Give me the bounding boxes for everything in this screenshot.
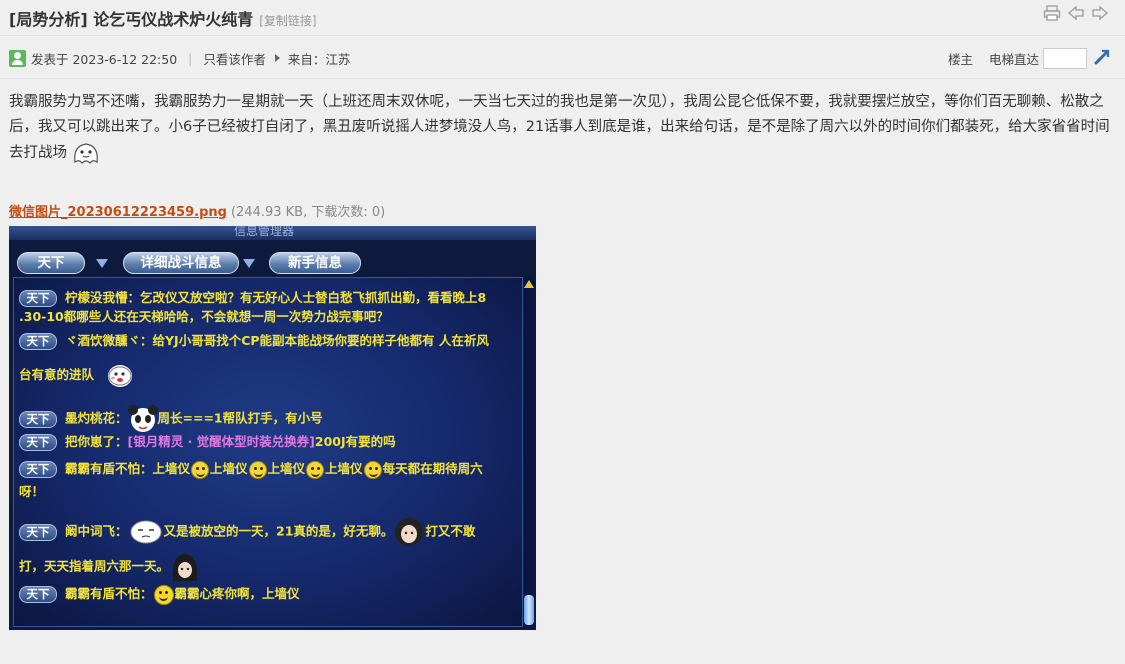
chat-text: 200J有要的吗 [314, 434, 396, 449]
sleepy-ghost-emoji-icon [128, 518, 164, 546]
attached-game-screenshot[interactable]: 信息管理器 天下 详细战斗信息 新手信息 天下 柠檬没我懵：乞改仪又放空啦？有无好… [9, 226, 536, 630]
chat-text: 把你崽了： [65, 434, 128, 449]
prev-thread-icon[interactable] [1067, 5, 1085, 21]
separator: | [188, 50, 193, 66]
chat-line: 呀！ [19, 481, 44, 500]
scroll-thumb [524, 595, 534, 625]
chat-text: 墨灼桃花： [65, 410, 128, 426]
smiley-icon [153, 584, 174, 605]
game-scrollbar [524, 277, 534, 627]
chat-text: 上墙仪 [267, 461, 306, 476]
chat-line: 天下 ヾ酒饮微醺ヾ：给YJ小哥哥找个CP能副本能战场你要的样子他都有 人在祈风 [19, 330, 489, 350]
thread-title: [局势分析] 论乞丐仪战术炉火纯青 [9, 10, 254, 29]
chat-text: 打又不敢 [425, 523, 476, 539]
chat-text: 柠檬没我懵：乞改仪又放空啦？有无好心人士替白愁飞抓抓出勤，看看晚上8 [65, 290, 487, 305]
chat-line: 台有意的进队 [19, 364, 133, 387]
attachment-link[interactable]: 微信图片_20230612223459.png [9, 205, 227, 220]
chat-text: 又是被放空的一天，21真的是，好无聊。 [163, 523, 394, 539]
jump-go-icon[interactable] [1087, 48, 1111, 69]
panda-emoji-icon [127, 404, 158, 434]
jump-label: 电梯直达 [988, 51, 1039, 67]
chat-text: 呀！ [19, 484, 45, 499]
floor-jump-input[interactable] [1043, 47, 1087, 69]
post-time: 发表于 2023-6-12 22:50 [31, 51, 178, 67]
crying-face-emoji-icon [108, 364, 133, 387]
channel-badge: 天下 [19, 523, 57, 541]
chat-text: .30-10都哪些人还在天梯哈哈，不会就想一周一次势力战完事吧？ [19, 309, 389, 324]
next-thread-icon[interactable] [1091, 5, 1109, 21]
channel-badge: 天下 [19, 434, 57, 451]
print-icon[interactable] [1043, 5, 1061, 21]
chat-line: 天下 霸霸有盾不怕： 霸霸心疼你啊，上墙仪 [19, 583, 300, 605]
chat-line: 天下 柠檬没我懵：乞改仪又放空啦？有无好心人士替白愁飞抓抓出勤，看看晚上8 [19, 287, 486, 307]
chat-text: 上墙仪 [325, 461, 363, 476]
scroll-up-icon [524, 280, 534, 288]
smiley-icon [363, 460, 382, 479]
post-content: 我霸服势力骂不还嘴，我霸服势力一星期就一天（上班还周末双休呢，一天当七天过的我也… [9, 90, 1113, 166]
dropdown-arrow-icon [243, 259, 255, 268]
author-only-link[interactable]: 只看该作者 [203, 49, 266, 68]
chat-line: 天下 阚中词飞： 又是被放空的一天，21真的是，好无聊。 打又不敢 [19, 516, 475, 548]
thread-title-bar: [局势分析] 论乞丐仪战术炉火纯青 [复制链接] [9, 6, 317, 30]
dark-hair-avatar-emoji-icon [393, 516, 425, 548]
smiley-icon [306, 460, 325, 479]
chat-text: 阚中词飞： [65, 523, 128, 539]
chat-text: 霸霸心疼你啊，上墙仪 [174, 586, 300, 601]
channel-badge: 天下 [19, 290, 57, 307]
chat-text: 打，天天指着周六那一天。 [19, 558, 170, 574]
chat-line: 天下 墨灼桃花： 周长===1帮队打手，有小号 [19, 404, 323, 434]
online-user-icon [9, 49, 26, 67]
chat-line: .30-10都哪些人还在天梯哈哈，不会就想一周一次势力战完事吧？ [19, 306, 389, 325]
floor-label: 楼主 [947, 51, 973, 67]
thread-tools [1043, 5, 1109, 21]
smiley-icon [248, 460, 267, 479]
chat-line: 天下 把你崽了：[银月精灵 · 觉醒体型时装兑换券]200J有要的吗 [19, 431, 396, 451]
game-window-title: 信息管理器 [234, 226, 295, 238]
channel-badge: 天下 [19, 461, 57, 478]
meta-right: 楼主 电梯直达 [947, 47, 1111, 69]
dropdown-arrow-icon [96, 259, 108, 268]
smiley-icon [191, 460, 210, 479]
divider [0, 35, 1125, 36]
chat-text: 周长===1帮队打手，有小号 [157, 410, 323, 426]
item-link: [银月精灵 · 觉醒体型时装兑换券] [127, 434, 315, 449]
arrow-right-icon [274, 54, 280, 62]
chat-line: 天下 霸霸有盾不怕：上墙仪 上墙仪 上墙仪 上墙仪 每天都在期待周六 [19, 458, 483, 479]
post-text: 我霸服势力骂不还嘴，我霸服势力一星期就一天（上班还周末双休呢，一天当七天过的我也… [9, 94, 1110, 161]
attachment-row: 微信图片_20230612223459.png (244.93 KB, 下载次数:… [9, 201, 385, 220]
game-tab-tianxia: 天下 [17, 252, 85, 274]
hooded-avatar-emoji-icon [169, 551, 201, 583]
chat-text: 台有意的进队 [19, 367, 95, 382]
attachment-info: (244.93 KB, 下载次数: 0) [230, 205, 386, 220]
chat-text: ヾ酒饮微醺ヾ：给YJ小哥哥找个CP能副本能战场你要的样子他都有 人在祈风 [65, 333, 489, 348]
copy-link-button[interactable]: [复制链接] [259, 12, 316, 29]
game-tab-battle-info: 详细战斗信息 [123, 252, 239, 274]
post-meta-bar: 发表于 2023-6-12 22:50 | 只看该作者 来自：江苏 楼主 电梯直… [9, 47, 1111, 69]
game-tabs: 天下 详细战斗信息 新手信息 [13, 249, 523, 277]
divider [0, 78, 1125, 79]
chat-text: 每天都在期待周六 [382, 461, 483, 476]
channel-badge: 天下 [19, 333, 57, 350]
channel-badge: 天下 [19, 586, 57, 603]
chat-text: 霸霸有盾不怕： [65, 586, 153, 601]
post-origin: 来自：江苏 [287, 51, 351, 67]
chat-line: 打，天天指着周六那一天。 [19, 551, 201, 583]
game-tab-newbie: 新手信息 [269, 252, 361, 274]
chat-text: 上墙仪 [210, 461, 248, 476]
game-window-header: 信息管理器 [9, 226, 536, 240]
channel-badge: 天下 [19, 410, 57, 428]
ghost-emoji-icon [71, 140, 101, 166]
chat-text: 霸霸有盾不怕：上墙仪 [65, 461, 191, 476]
